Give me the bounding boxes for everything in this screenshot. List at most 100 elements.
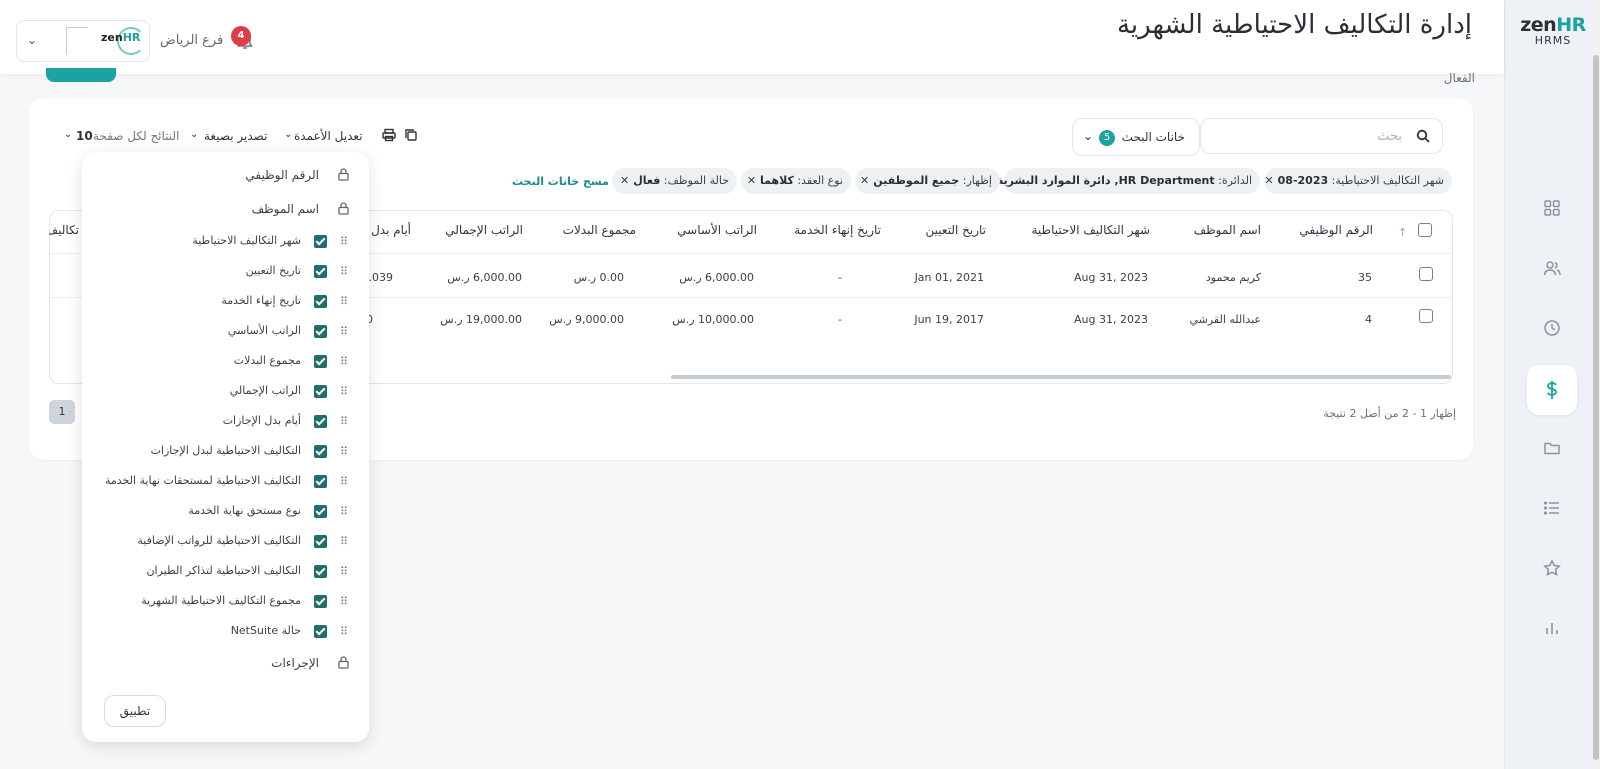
column-checkbox[interactable] [314,595,327,608]
drag-handle-icon[interactable]: ⠿ [340,535,348,548]
drag-handle-icon[interactable]: ⠿ [340,625,348,638]
nav-documents[interactable] [1527,423,1577,473]
drag-handle-icon[interactable]: ⠿ [340,355,348,368]
column-checkbox[interactable] [314,355,327,368]
close-icon[interactable]: ✕ [620,174,629,187]
cell-employee-name[interactable]: عبدالله القرشي [1189,313,1261,326]
nav-dashboard[interactable] [1527,183,1577,233]
column-checkbox[interactable] [314,505,327,518]
nav-reports[interactable] [1527,603,1577,653]
column-checkbox[interactable] [314,475,327,488]
edit-columns-button[interactable]: تعديل الأعمدة [294,129,363,143]
column-option[interactable]: ⠿ حالة NetSuite [82,622,369,642]
export-button[interactable]: تصدير بصيغة [204,129,267,143]
drag-handle-icon[interactable]: ⠿ [340,505,348,518]
filter-chip-month[interactable]: شهر التكاليف الاحتياطية: 2023-08✕ [1264,168,1452,194]
page-scrollbar[interactable] [1592,0,1600,769]
print-icon[interactable] [382,128,396,142]
column-header-employee-name[interactable]: اسم الموظف [1194,223,1261,237]
scrollbar-thumb[interactable] [1593,55,1599,760]
app-logo[interactable]: zenHR HRMS [1505,14,1600,47]
filter-chip-status[interactable]: حالة الموظف: فعال✕ [612,168,737,194]
search-input[interactable]: بحث [1377,129,1402,144]
column-header-employee-id[interactable]: الرقم الوظيفي [1299,223,1373,237]
drag-handle-icon[interactable]: ⠿ [340,295,348,308]
close-icon[interactable]: ✕ [747,174,756,187]
column-option[interactable]: ⠿ التكاليف الاحتياطية لبدل الإجازات [82,442,369,462]
column-option[interactable]: ⠿ التكاليف الاحتياطية لمستحقات نهاية الخد… [82,472,369,492]
column-option[interactable]: ⠿ أيام بدل الإجازات [82,412,369,432]
column-checkbox[interactable] [314,625,327,638]
primary-action-button[interactable] [46,68,116,82]
drag-handle-icon[interactable]: ⠿ [340,415,348,428]
drag-handle-icon[interactable]: ⠿ [340,565,348,578]
column-option-locked: الرقم الوظيفي [82,166,369,186]
table-horizontal-scrollbar[interactable] [671,375,1451,379]
apply-columns-button[interactable]: تطبيق [104,695,166,727]
column-checkbox[interactable] [314,325,327,338]
cell-month: Aug 31, 2023 [1074,271,1148,284]
nav-payroll[interactable] [1527,365,1577,415]
cell-month: Aug 31, 2023 [1074,313,1148,326]
column-option[interactable]: ⠿ تاريخ التعيين [82,262,369,282]
column-header-leave-days[interactable]: أيام بدل [371,223,411,237]
row-checkbox[interactable] [1419,267,1433,281]
column-option[interactable]: ⠿ الراتب الإجمالي [82,382,369,402]
drag-handle-icon[interactable]: ⠿ [340,385,348,398]
copy-icon[interactable] [404,128,418,142]
column-checkbox[interactable] [314,265,327,278]
column-checkbox[interactable] [314,415,327,428]
drag-handle-icon[interactable]: ⠿ [340,265,348,278]
search-fields-button[interactable]: خانات البحث 5 ⌄ [1072,118,1200,156]
column-checkbox[interactable] [314,295,327,308]
branch-switcher[interactable]: ⌄ zenHR [16,20,150,62]
close-icon[interactable]: ✕ [860,174,869,187]
select-all-checkbox[interactable] [1418,223,1432,237]
filter-chip-show[interactable]: إظهار: جميع الموظفين✕ [855,168,1000,194]
list-icon [1543,501,1559,515]
drag-handle-icon[interactable]: ⠿ [340,475,348,488]
column-option-locked: اسم الموظف [82,200,369,220]
column-option[interactable]: ⠿ التكاليف الاحتياطية للرواتب الإضافية [82,532,369,552]
column-checkbox[interactable] [314,385,327,398]
search-box[interactable]: بحث [1200,118,1443,154]
column-header-termination-date[interactable]: تاريخ إنهاء الخدمة [794,223,881,237]
column-header-gross-salary[interactable]: الراتب الإجمالي [445,223,523,237]
dollar-icon [1547,381,1557,399]
column-header-basic-salary[interactable]: الراتب الأساسي [677,223,757,237]
drag-handle-icon[interactable]: ⠿ [340,325,348,338]
edit-columns-dropdown: الرقم الوظيفي اسم الموظف ⠿ شهر التكاليف ا… [82,152,369,742]
drag-handle-icon[interactable]: ⠿ [340,445,348,458]
page-1-button[interactable]: 1 [49,400,75,424]
nav-time[interactable] [1527,303,1577,353]
cell-employee-name[interactable]: كريم محمود [1206,271,1261,284]
clear-filters-link[interactable]: مسح خانات البحث [512,175,609,188]
filter-chip-department[interactable]: الدائرة: HR Department, دائرة الموارد ال… [984,168,1260,194]
sort-arrow-icon[interactable]: ↑ [1398,226,1407,239]
column-option[interactable]: ⠿ مجموع البدلات [82,352,369,372]
drag-handle-icon[interactable]: ⠿ [340,235,348,248]
column-option[interactable]: ⠿ الراتب الأساسي [82,322,369,342]
row-checkbox[interactable] [1419,309,1433,323]
filter-chip-contract[interactable]: نوع العقد: كلاهما✕ [741,168,851,194]
drag-handle-icon[interactable]: ⠿ [340,595,348,608]
column-option[interactable]: ⠿ مجموع التكاليف الاحتياطية الشهرية [82,592,369,612]
branch-name: فرع الرياض [160,33,224,48]
column-option[interactable]: ⠿ شهر التكاليف الاحتياطية [82,232,369,252]
column-header-month[interactable]: شهر التكاليف الاحتياطية [1031,223,1150,237]
column-header-allowances[interactable]: مجموع البدلات [563,223,636,237]
column-header-hire-date[interactable]: تاريخ التعيين [926,223,986,237]
column-option[interactable]: ⠿ تاريخ إنهاء الخدمة [82,292,369,312]
column-header-costs[interactable]: تكاليف [49,223,79,237]
per-page-select[interactable]: 10 [76,129,93,143]
column-checkbox[interactable] [314,445,327,458]
column-checkbox[interactable] [314,565,327,578]
column-checkbox[interactable] [314,235,327,248]
column-checkbox[interactable] [314,535,327,548]
nav-favorites[interactable] [1527,543,1577,593]
column-option[interactable]: ⠿ نوع مستحق نهاية الخدمة [82,502,369,522]
nav-users[interactable] [1527,243,1577,293]
column-option[interactable]: ⠿ التكاليف الاحتياطية لتذاكر الطيران [82,562,369,582]
nav-list[interactable] [1527,483,1577,533]
close-icon[interactable]: ✕ [1264,174,1273,187]
